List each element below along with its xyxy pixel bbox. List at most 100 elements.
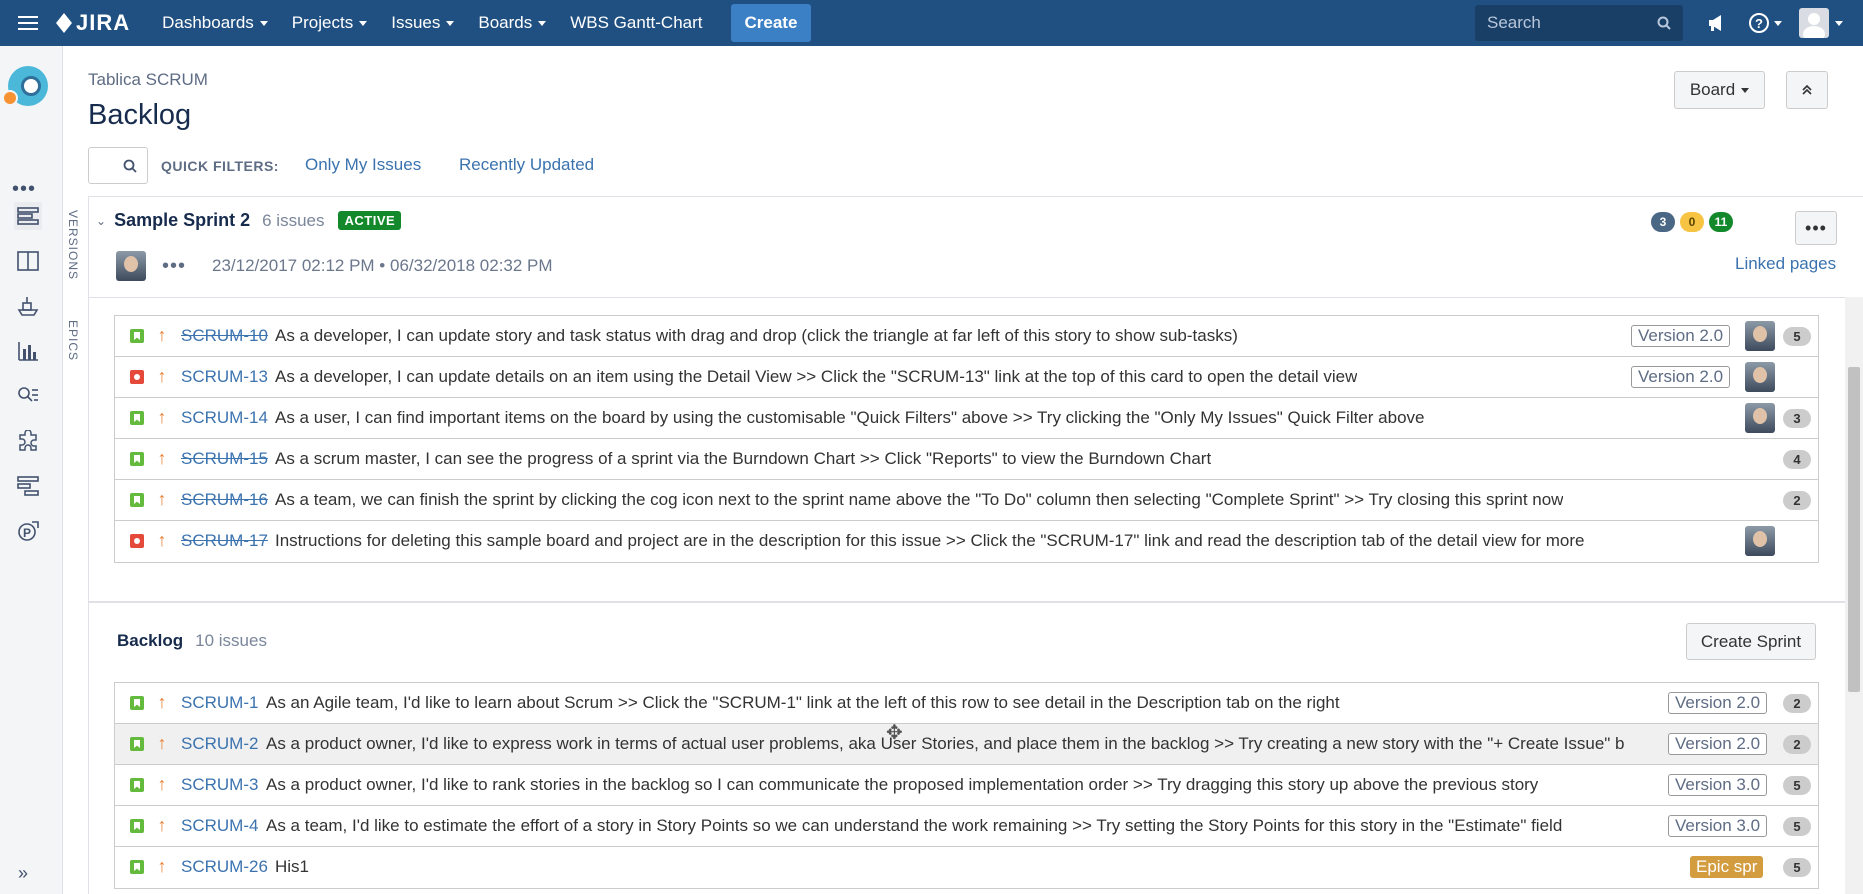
jira-logo[interactable]: JIRA — [56, 10, 130, 36]
issue-key[interactable]: SCRUM-26 — [181, 857, 268, 877]
issue-key[interactable]: SCRUM-4 — [181, 816, 258, 836]
issue-key[interactable]: SCRUM-15 — [181, 449, 268, 469]
version-lozenge[interactable]: Version 2.0 — [1631, 325, 1731, 347]
version-lozenge[interactable]: Version 2.0 — [1668, 733, 1768, 755]
sprint-actions-button[interactable]: ••• — [1795, 211, 1837, 245]
issue-row[interactable]: ↑ SCRUM-15 As a scrum master, I can see th… — [115, 439, 1818, 480]
issue-key[interactable]: SCRUM-16 — [181, 490, 268, 510]
board-icon[interactable] — [14, 247, 42, 275]
version-lozenge[interactable]: Version 3.0 — [1668, 774, 1768, 796]
megaphone-icon[interactable] — [1695, 0, 1739, 46]
story-points-badge: 4 — [1783, 450, 1811, 469]
app-switcher-icon[interactable] — [0, 0, 56, 46]
chevron-down-icon[interactable]: ⌄ — [96, 214, 106, 228]
epics-tab[interactable]: EPICS — [66, 320, 80, 361]
nav-boards[interactable]: Boards — [466, 0, 558, 46]
issue-key[interactable]: SCRUM-10 — [181, 326, 268, 346]
story-points-badge: 3 — [1783, 409, 1811, 428]
scrollbar[interactable] — [1845, 297, 1863, 894]
avatar[interactable] — [116, 251, 146, 281]
story-points-badge: 2 — [1783, 735, 1811, 754]
more-icon[interactable]: ••• — [162, 255, 186, 278]
issue-row[interactable]: ↑ SCRUM-4 As a team, I'd like to estimate … — [115, 806, 1818, 847]
quick-filter-recently-updated[interactable]: Recently Updated — [459, 155, 594, 175]
issue-summary: As a user, I can find important items on… — [275, 408, 1425, 427]
backlog-icon[interactable] — [14, 202, 42, 230]
story-points-badge: 5 — [1783, 776, 1811, 795]
issues-search-icon[interactable] — [14, 382, 42, 410]
assignee-avatar[interactable] — [1745, 362, 1775, 392]
logo-text: JIRA — [76, 10, 131, 35]
nav-wbs-gantt[interactable]: WBS Gantt-Chart — [558, 0, 714, 46]
content-left-border — [88, 196, 89, 894]
expand-sidebar-icon[interactable]: » — [18, 863, 28, 884]
priority-high-icon: ↑ — [157, 815, 167, 835]
issue-row[interactable]: ↑ SCRUM-17 Instructions for deleting this … — [115, 521, 1818, 562]
nav-projects-label: Projects — [291, 13, 354, 32]
backlog-header: Backlog 10 issues — [117, 631, 267, 651]
bug-icon — [130, 370, 144, 384]
more-icon[interactable]: ••• — [12, 178, 36, 201]
issue-summary: As a team, we can finish the sprint by c… — [275, 490, 1564, 509]
issue-key[interactable]: SCRUM-3 — [181, 775, 258, 795]
story-icon — [130, 411, 144, 425]
help-icon[interactable]: ? — [1739, 0, 1791, 46]
linked-pages-link[interactable]: Linked pages — [1735, 254, 1836, 274]
chevron-down-icon — [1774, 20, 1782, 26]
issue-row[interactable]: ↑ SCRUM-3 As a product owner, I'd like to … — [115, 765, 1818, 806]
story-points-badge: 2 — [1783, 694, 1811, 713]
quick-filter-search[interactable] — [88, 147, 148, 184]
issue-row[interactable]: ↑ SCRUM-10 As a developer, I can update st… — [115, 316, 1818, 357]
top-nav-right: Search ? — [1475, 0, 1863, 46]
issue-row[interactable]: ↑ SCRUM-14 As a user, I can find important… — [115, 398, 1818, 439]
tests-icon[interactable] — [14, 472, 42, 500]
priority-high-icon: ↑ — [157, 692, 167, 712]
create-sprint-button[interactable]: Create Sprint — [1686, 623, 1816, 660]
sprint-status-counts: 3 0 11 — [1651, 212, 1733, 232]
assignee-avatar[interactable] — [1745, 321, 1775, 351]
create-button[interactable]: Create — [730, 4, 812, 42]
issue-row[interactable]: ↑ SCRUM-13 As a developer, I can update de… — [115, 357, 1818, 398]
issue-row[interactable]: ↑ SCRUM-26 His1 Epic spr 5 — [115, 847, 1818, 888]
assignee-avatar[interactable] — [1745, 403, 1775, 433]
story-icon — [130, 778, 144, 792]
nav-issues[interactable]: Issues — [379, 0, 466, 46]
search-icon — [1657, 16, 1671, 30]
issue-key[interactable]: SCRUM-17 — [181, 531, 268, 551]
collapse-header-button[interactable] — [1786, 71, 1828, 109]
sprint-name[interactable]: Sample Sprint 2 — [114, 210, 250, 231]
epic-lozenge[interactable]: Epic spr — [1690, 856, 1764, 878]
issue-row[interactable]: ↑ SCRUM-16 As a team, we can finish the sp… — [115, 480, 1818, 521]
components-icon[interactable] — [14, 427, 42, 455]
scrollbar-thumb[interactable] — [1848, 367, 1860, 692]
issue-row[interactable]: ↑ SCRUM-2 As a product owner, I'd like to … — [115, 724, 1818, 765]
sprint-divider — [89, 297, 1863, 298]
sprint-dates: 23/12/2017 02:12 PM • 06/32/2018 02:32 P… — [212, 256, 553, 275]
issue-row[interactable]: ↑ SCRUM-1 As an Agile team, I'd like to le… — [115, 683, 1818, 724]
assignee-avatar[interactable] — [1745, 526, 1775, 556]
version-lozenge[interactable]: Version 2.0 — [1668, 692, 1768, 714]
quick-filter-only-my-issues[interactable]: Only My Issues — [305, 155, 421, 175]
issue-key[interactable]: SCRUM-1 — [181, 693, 258, 713]
versions-tab[interactable]: VERSIONS — [66, 210, 80, 280]
board-dropdown-button[interactable]: Board — [1674, 71, 1765, 109]
version-lozenge[interactable]: Version 2.0 — [1631, 366, 1731, 388]
story-icon — [130, 452, 144, 466]
story-icon — [130, 493, 144, 507]
plugin-icon[interactable]: P — [14, 517, 42, 545]
breadcrumb[interactable]: Tablica SCRUM — [88, 70, 208, 90]
issue-key[interactable]: SCRUM-14 — [181, 408, 268, 428]
search-input[interactable]: Search — [1475, 5, 1683, 41]
nav-projects[interactable]: Projects — [280, 0, 379, 46]
issue-key[interactable]: SCRUM-13 — [181, 367, 268, 387]
chevron-down-icon — [1741, 87, 1750, 93]
nav-dashboards[interactable]: Dashboards — [150, 0, 280, 46]
releases-icon[interactable] — [14, 292, 42, 320]
version-lozenge[interactable]: Version 3.0 — [1668, 815, 1768, 837]
user-avatar[interactable] — [1799, 8, 1829, 38]
reports-icon[interactable] — [14, 337, 42, 365]
backlog-issue-list: ↑ SCRUM-1 As an Agile team, I'd like to le… — [114, 682, 1819, 889]
search-placeholder: Search — [1487, 13, 1541, 32]
sprint-issue-count: 6 issues — [262, 210, 325, 230]
issue-key[interactable]: SCRUM-2 — [181, 734, 258, 754]
